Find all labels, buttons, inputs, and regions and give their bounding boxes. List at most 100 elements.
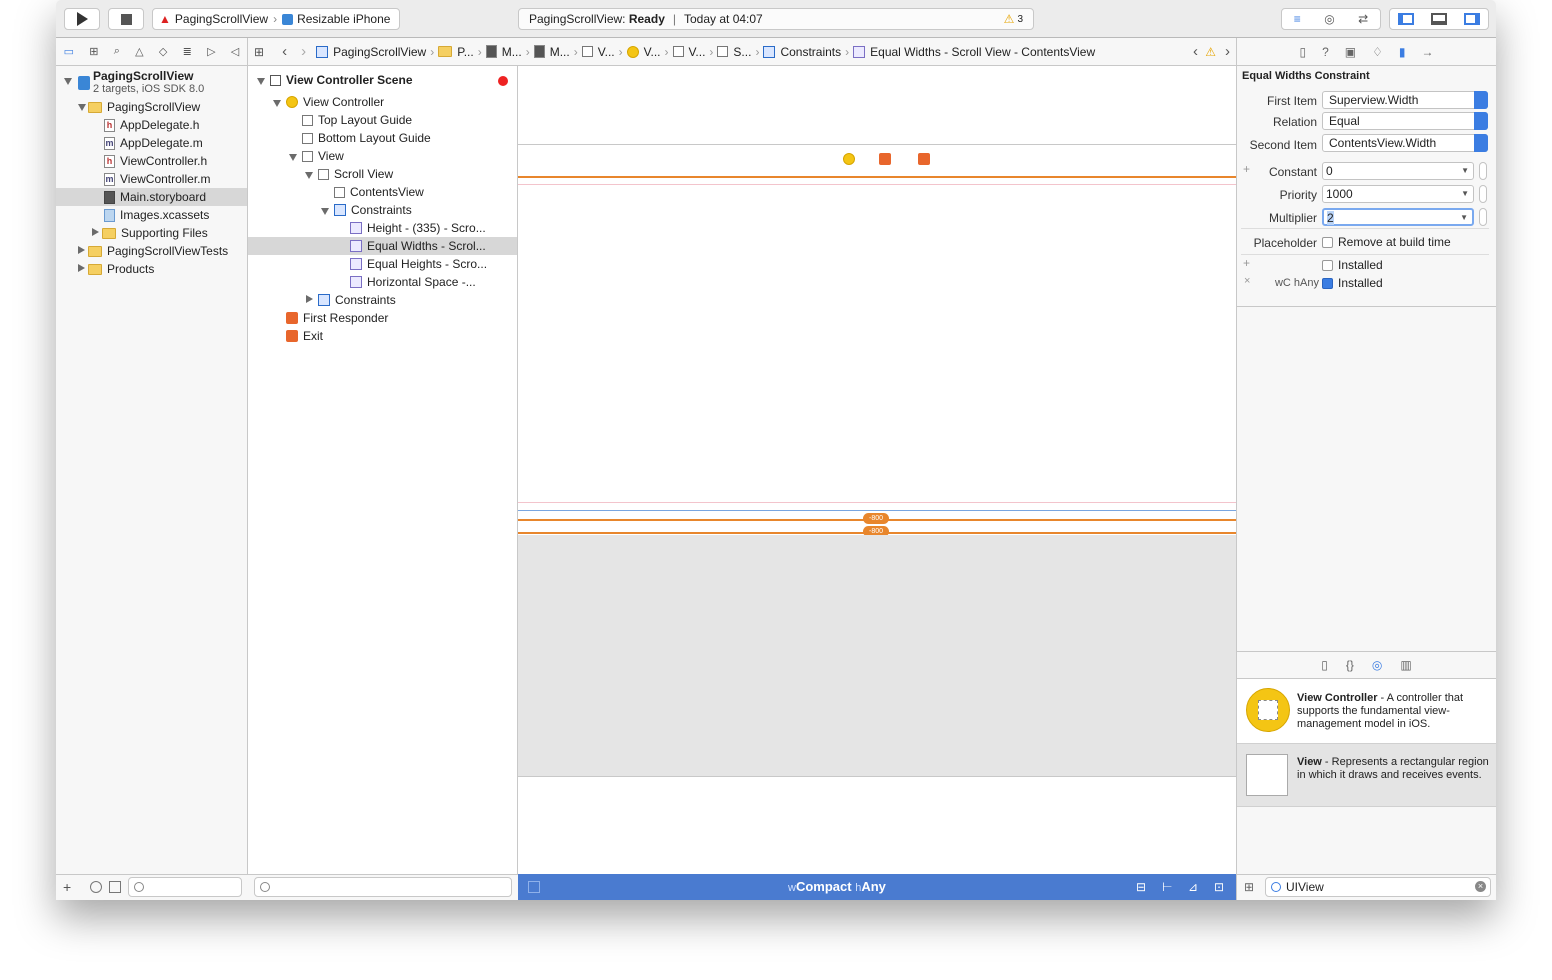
- scheme-selector[interactable]: ▲ PagingScrollView › Resizable iPhone: [152, 8, 400, 30]
- resizing-behavior-icon[interactable]: ⊡: [1214, 880, 1224, 894]
- media-library-icon[interactable]: ▥: [1400, 658, 1411, 672]
- disclosure-triangle-icon[interactable]: [78, 264, 85, 272]
- navigator-filter-input[interactable]: [128, 877, 242, 897]
- pin-icon[interactable]: ⊢: [1162, 880, 1172, 894]
- outline-item[interactable]: View: [302, 147, 344, 165]
- file-appdelegate-h[interactable]: h AppDelegate.h: [104, 116, 199, 134]
- related-items-icon[interactable]: ⊞: [254, 45, 264, 59]
- issue-navigator-icon[interactable]: △: [135, 45, 143, 58]
- outline-item[interactable]: Horizontal Space -...: [350, 273, 476, 291]
- outline-item[interactable]: Constraints: [318, 291, 396, 309]
- multiplier-field[interactable]: 2 ▼: [1322, 208, 1474, 226]
- project-navigator-icon[interactable]: ▭: [64, 45, 74, 58]
- debug-toggle-icon[interactable]: [1430, 13, 1447, 25]
- outline-item-selected[interactable]: Equal Widths - Scrol...: [248, 237, 517, 255]
- contents-view-region[interactable]: [518, 535, 1236, 777]
- file-viewcontroller-h[interactable]: h ViewController.h: [104, 152, 207, 170]
- debug-navigator-icon[interactable]: ≣: [183, 45, 192, 58]
- library-item-view[interactable]: View - Represents a rectangular region i…: [1237, 743, 1496, 807]
- outline-item[interactable]: Constraints: [334, 201, 412, 219]
- jump-item[interactable]: P...: [438, 45, 474, 59]
- test-navigator-icon[interactable]: ◇: [159, 45, 167, 58]
- outline-filter-input[interactable]: [254, 877, 512, 897]
- identity-inspector-icon[interactable]: ▣: [1345, 45, 1356, 59]
- jump-item[interactable]: PagingScrollView: [316, 45, 426, 59]
- installed-size-class-checkbox[interactable]: Installed: [1322, 274, 1383, 292]
- align-icon[interactable]: ⊟: [1136, 880, 1146, 894]
- disclosure-triangle-icon[interactable]: [289, 154, 297, 161]
- resolve-issues-icon[interactable]: ⊿: [1188, 880, 1198, 894]
- outline-item[interactable]: Exit: [286, 327, 323, 345]
- file-main-storyboard[interactable]: Main.storyboard: [56, 188, 247, 206]
- group-pagingscrollview[interactable]: PagingScrollView: [88, 98, 200, 116]
- disclosure-triangle-icon[interactable]: [92, 228, 99, 236]
- issue-forward-icon[interactable]: ›: [1225, 43, 1230, 60]
- outline-item[interactable]: Equal Heights - Scro...: [350, 255, 487, 273]
- group-tests[interactable]: PagingScrollViewTests: [88, 242, 228, 260]
- first-item-popup[interactable]: Superview.Width: [1322, 91, 1488, 109]
- grid-view-icon[interactable]: ⊞: [1244, 880, 1254, 894]
- multiplier-stepper[interactable]: [1479, 208, 1487, 226]
- scm-filter-icon[interactable]: [109, 881, 121, 893]
- file-inspector-icon[interactable]: ▯: [1299, 45, 1306, 59]
- disclosure-triangle-icon[interactable]: [257, 78, 265, 85]
- disclosure-triangle-icon[interactable]: [321, 208, 329, 215]
- report-navigator-icon[interactable]: ◁: [231, 45, 239, 58]
- size-inspector-icon[interactable]: ▮: [1399, 45, 1406, 59]
- object-library-icon[interactable]: ◎: [1372, 658, 1382, 672]
- constraint-badge[interactable]: -800: [863, 513, 889, 524]
- jump-item[interactable]: V...: [626, 45, 661, 59]
- disclosure-triangle-icon[interactable]: [78, 104, 86, 111]
- utilities-toggle-icon[interactable]: [1463, 13, 1480, 25]
- jump-item[interactable]: S...: [717, 45, 751, 59]
- disclosure-triangle-icon[interactable]: [305, 172, 313, 179]
- library-search-input[interactable]: UIView ×: [1265, 877, 1491, 897]
- outline-item[interactable]: Height - (335) - Scro...: [350, 219, 486, 237]
- outline-item[interactable]: First Responder: [286, 309, 388, 327]
- find-navigator-icon[interactable]: ⌕: [114, 45, 120, 58]
- forward-icon[interactable]: ›: [301, 43, 306, 60]
- navigator-toggle-icon[interactable]: [1398, 13, 1415, 25]
- code-snippet-library-icon[interactable]: {}: [1346, 658, 1354, 672]
- version-editor-icon[interactable]: ⇄: [1358, 12, 1368, 26]
- outline-item[interactable]: ContentsView: [334, 183, 424, 201]
- warning-indicator[interactable]: ⚠ 3: [1004, 12, 1023, 26]
- breakpoint-navigator-icon[interactable]: ▷: [207, 45, 215, 58]
- assistant-editor-icon[interactable]: ◎: [1324, 12, 1334, 26]
- clear-icon[interactable]: ×: [1475, 881, 1486, 892]
- issue-back-icon[interactable]: ‹: [1193, 43, 1198, 60]
- jump-item[interactable]: M...: [533, 45, 570, 59]
- size-class-toggle-icon[interactable]: [528, 881, 540, 893]
- size-class-bar[interactable]: wCompact hAny ⊟ ⊢ ⊿ ⊡: [518, 874, 1236, 900]
- remove-at-build-checkbox[interactable]: Remove at build time: [1322, 233, 1451, 251]
- priority-stepper[interactable]: [1479, 185, 1487, 203]
- remove-size-class-icon[interactable]: ×: [1244, 275, 1250, 287]
- file-viewcontroller-m[interactable]: m ViewController.m: [104, 170, 210, 188]
- connections-inspector-icon[interactable]: →: [1422, 45, 1434, 59]
- outline-item[interactable]: Top Layout Guide: [302, 111, 412, 129]
- exit-icon[interactable]: [918, 153, 930, 165]
- priority-field[interactable]: 1000 ▼: [1322, 185, 1474, 203]
- error-icon[interactable]: [498, 76, 508, 86]
- attributes-inspector-icon[interactable]: ♢: [1372, 45, 1383, 59]
- outline-scene[interactable]: View Controller Scene: [270, 71, 413, 89]
- jump-item[interactable]: V...: [581, 45, 615, 59]
- constant-stepper[interactable]: [1479, 162, 1487, 180]
- disclosure-triangle-icon[interactable]: [273, 100, 281, 107]
- quick-help-icon[interactable]: ?: [1322, 45, 1329, 59]
- file-appdelegate-m[interactable]: m AppDelegate.m: [104, 134, 203, 152]
- outline-item[interactable]: Scroll View: [318, 165, 393, 183]
- jump-item[interactable]: M...: [485, 45, 522, 59]
- disclosure-triangle-icon[interactable]: [64, 78, 72, 85]
- second-item-popup[interactable]: ContentsView.Width: [1322, 134, 1488, 152]
- back-icon[interactable]: ‹: [282, 43, 287, 60]
- recent-icon[interactable]: [90, 881, 102, 893]
- outline-item[interactable]: Bottom Layout Guide: [302, 129, 431, 147]
- file-template-library-icon[interactable]: ▯: [1321, 658, 1328, 672]
- outline-item[interactable]: View Controller: [286, 93, 384, 111]
- constant-field[interactable]: 0 ▼: [1322, 162, 1474, 180]
- installed-checkbox[interactable]: Installed: [1322, 256, 1383, 274]
- disclosure-triangle-icon[interactable]: [306, 295, 313, 303]
- storyboard-canvas[interactable]: -800 -800 wCompact hAny ⊟ ⊢ ⊿ ⊡: [518, 66, 1236, 900]
- stop-button[interactable]: [108, 8, 144, 30]
